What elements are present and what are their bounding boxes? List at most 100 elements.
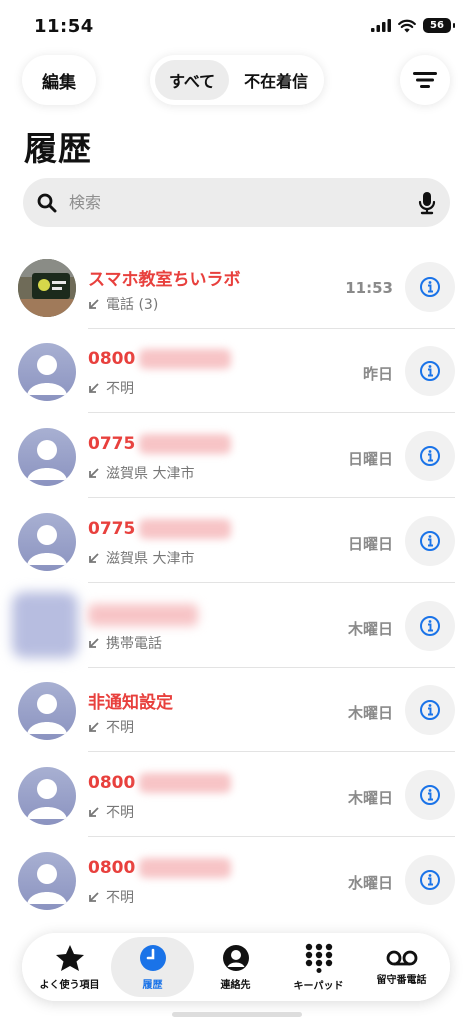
info-button[interactable] (405, 346, 455, 396)
segment-missed[interactable]: 不在着信 (233, 60, 319, 100)
tab-recents[interactable]: 履歴 (111, 937, 194, 997)
call-detail-text: 電話 (3) (106, 297, 159, 313)
call-row[interactable]: 0800 不明 水曜日 (0, 838, 473, 922)
info-button[interactable] (405, 855, 455, 905)
info-button[interactable] (405, 262, 455, 312)
tab-voicemail[interactable]: 留守番電話 (360, 937, 443, 997)
info-icon (420, 277, 440, 297)
call-date: 11:53 (345, 279, 393, 297)
segment-all[interactable]: すべて (155, 60, 230, 100)
avatar (18, 343, 76, 401)
edit-button[interactable]: 編集 (22, 55, 96, 105)
search-icon (37, 193, 57, 212)
incoming-arrow-icon (89, 807, 99, 817)
info-button[interactable] (405, 601, 455, 651)
tab-label: 留守番電話 (376, 974, 427, 986)
filter-segmented-control: すべて 不在着信 (150, 55, 324, 105)
info-icon (420, 446, 440, 466)
contact-name: 0775 (88, 434, 232, 454)
keypad-icon (305, 943, 332, 973)
call-row[interactable]: 非通知設定 不明 木曜日 (0, 668, 473, 752)
status-icons: 56 (371, 18, 455, 33)
search-input[interactable] (67, 192, 418, 213)
row-divider (88, 412, 455, 413)
page-title: 履歴 (24, 129, 92, 168)
call-detail-text: 不明 (106, 890, 134, 906)
contact-name: 0800 (88, 858, 232, 878)
info-button[interactable] (405, 770, 455, 820)
avatar (18, 513, 76, 571)
call-date: 木曜日 (347, 620, 393, 638)
incoming-arrow-icon (89, 553, 99, 563)
call-row[interactable]: 0775 滋賀県 大津市 日曜日 (0, 414, 473, 498)
row-divider (88, 582, 455, 583)
avatar (18, 259, 76, 317)
voicemail-icon (386, 950, 417, 965)
call-detail-text: 滋賀県 大津市 (106, 551, 195, 567)
incoming-arrow-icon (89, 468, 99, 478)
call-detail-text: 不明 (106, 805, 134, 821)
call-detail-text: 滋賀県 大津市 (106, 466, 195, 482)
avatar (18, 682, 76, 740)
status-bar: 11:54 56 (0, 0, 473, 52)
call-date: 木曜日 (347, 704, 393, 722)
contact-name: 0775 (88, 519, 232, 539)
call-row[interactable]: スマホ教室ちいラボ 電話 (3) 11:53 (0, 245, 473, 329)
call-detail-text: 不明 (106, 381, 134, 397)
call-detail: 不明 (88, 802, 134, 822)
row-divider (88, 497, 455, 498)
call-date: 日曜日 (347, 450, 393, 468)
person-silhouette-icon (27, 694, 67, 734)
person-silhouette-icon (27, 779, 67, 819)
call-row[interactable]: 0800 不明 昨日 (0, 329, 473, 413)
microphone-icon[interactable] (418, 191, 436, 215)
signal-icon (371, 19, 391, 32)
search-bar[interactable] (23, 178, 450, 227)
filter-lines-icon (413, 72, 437, 88)
clock-icon (139, 944, 166, 971)
home-indicator (172, 1012, 302, 1017)
contact-name: 0800 (88, 349, 232, 369)
tab-label: 履歴 (142, 979, 163, 991)
contact-name (88, 604, 198, 626)
contact-photo-icon (18, 259, 76, 317)
call-detail: 不明 (88, 717, 134, 737)
call-detail: 滋賀県 大津市 (88, 463, 194, 483)
call-row[interactable]: 0775 滋賀県 大津市 日曜日 (0, 499, 473, 583)
call-detail-text: 携帯電話 (106, 636, 162, 652)
avatar (18, 852, 76, 910)
call-detail: 不明 (88, 378, 134, 398)
person-silhouette-icon (27, 355, 67, 395)
info-icon (420, 785, 440, 805)
star-icon (55, 944, 84, 971)
row-divider (88, 836, 455, 837)
tab-favorites[interactable]: よく使う項目 (28, 937, 111, 997)
info-button[interactable] (405, 516, 455, 566)
call-date: 昨日 (362, 365, 393, 383)
tab-keypad[interactable]: キーパッド (277, 937, 360, 997)
incoming-arrow-icon (89, 383, 99, 393)
contact-name: スマホ教室ちいラボ (88, 270, 241, 290)
info-icon (420, 616, 440, 636)
avatar (12, 592, 78, 658)
person-silhouette-icon (27, 440, 67, 480)
battery-icon: 56 (423, 18, 455, 33)
call-date: 木曜日 (347, 789, 393, 807)
tab-contacts[interactable]: 連絡先 (194, 937, 277, 997)
info-icon (420, 531, 440, 551)
avatar (18, 428, 76, 486)
tab-label: キーパッド (293, 980, 344, 992)
avatar (18, 767, 76, 825)
call-date: 日曜日 (347, 535, 393, 553)
info-icon (420, 361, 440, 381)
info-button[interactable] (405, 685, 455, 735)
call-detail: 携帯電話 (88, 633, 162, 653)
call-date: 水曜日 (347, 874, 393, 892)
incoming-arrow-icon (89, 722, 99, 732)
info-button[interactable] (405, 431, 455, 481)
call-row[interactable]: 携帯電話 木曜日 (0, 584, 473, 668)
call-row[interactable]: 0800 不明 木曜日 (0, 753, 473, 837)
contact-name: 非通知設定 (88, 693, 173, 713)
person-circle-icon (222, 944, 249, 971)
filter-button[interactable] (400, 55, 450, 105)
